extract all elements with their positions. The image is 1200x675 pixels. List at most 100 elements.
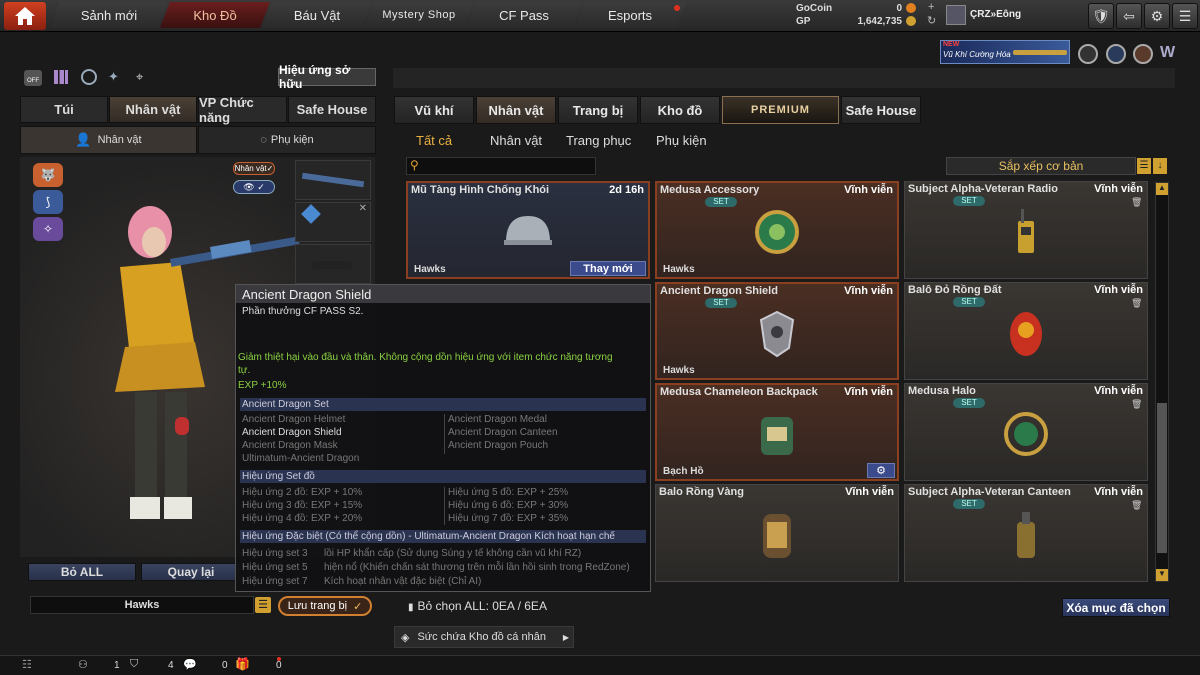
deselect-all[interactable]: ▮ Bỏ chọn ALL: 0EA / 6EA	[408, 599, 547, 613]
category-wing-icon[interactable]: ⟆	[33, 190, 63, 214]
back-button[interactable]: Quay lại	[141, 563, 241, 581]
wolf-icon[interactable]: W	[1160, 44, 1180, 64]
storage-capacity-button[interactable]: ◈ Sức chứa Kho đồ cá nhân ▶	[394, 626, 574, 648]
menu-icon[interactable]: ☰	[1172, 3, 1198, 29]
tab-safe-house-right[interactable]: Safe House	[841, 96, 921, 124]
search-input[interactable]	[425, 159, 593, 173]
item-duration: Vĩnh viễn	[1094, 385, 1143, 397]
special-effect-key: Hiệu ứng set 7	[242, 576, 308, 587]
subtab-accessory[interactable]: ◌ Phụ kiện	[198, 126, 376, 154]
preset-name-field[interactable]: Hawks	[30, 596, 254, 614]
nav-tab-esports[interactable]: Esports	[574, 2, 686, 28]
gift-icon[interactable]: 🎁	[235, 657, 250, 671]
item-card[interactable]: Medusa Accessory Vĩnh viễn SET Hawks	[655, 181, 899, 279]
close-icon[interactable]: ✕	[359, 203, 367, 214]
nav-tab-cf-pass[interactable]: CF Pass	[466, 2, 582, 28]
item-duration: Vĩnh viễn	[1094, 183, 1143, 195]
exit-icon[interactable]: ⇦	[1116, 3, 1142, 29]
column-divider	[444, 414, 445, 454]
set-item: Ancient Dragon Helmet	[242, 414, 346, 425]
pose-icon[interactable]: ✦	[108, 69, 124, 85]
column-divider	[444, 487, 445, 525]
halo-icon	[1004, 411, 1048, 456]
category-wolf-icon[interactable]: 🐺	[33, 163, 63, 187]
event-icon[interactable]	[1133, 44, 1153, 64]
item-card[interactable]: Medusa Chameleon Backpack Vĩnh viễn Bạch…	[655, 383, 899, 481]
reset-all-button[interactable]: Bỏ ALL	[28, 563, 136, 581]
item-owner: Hawks	[414, 264, 446, 275]
rotate-icon[interactable]	[81, 69, 97, 85]
gp-label: GP	[796, 16, 811, 27]
item-card[interactable]: Balo Rồng Vàng Vĩnh viễn	[655, 484, 899, 582]
item-owner: Hawks	[663, 365, 695, 376]
home-button[interactable]	[4, 2, 46, 30]
item-card[interactable]: Subject Alpha-Veteran Canteen Vĩnh viễn …	[904, 484, 1148, 582]
sort-direction-icon[interactable]: ↓	[1153, 158, 1167, 174]
tab-characters[interactable]: Nhân vật	[476, 96, 556, 124]
item-card[interactable]: Ancient Dragon Shield Vĩnh viễn SET Hawk…	[655, 282, 899, 380]
save-equipment-button[interactable]: Lưu trang bị ✓	[278, 596, 372, 616]
add-coin-icon[interactable]: +	[928, 1, 934, 13]
filter-accessory[interactable]: Phụ kiện	[656, 131, 707, 149]
scrollbar-thumb[interactable]	[1157, 403, 1167, 553]
equip-slot-glasses[interactable]	[295, 244, 371, 284]
list-icon[interactable]: ☷	[22, 658, 32, 671]
trash-icon[interactable]: 🗑	[1131, 500, 1142, 510]
trash-icon[interactable]: 🗑	[1131, 399, 1142, 409]
item-card[interactable]: Mũ Tàng Hình Chống Khói 2d 16h Hawks Tha…	[406, 181, 650, 279]
filter-outfit[interactable]: Trang phục	[566, 131, 631, 149]
scroll-up-icon[interactable]: ▲	[1156, 183, 1168, 195]
search-icon: ⚲	[410, 158, 419, 172]
nav-tab-treasure[interactable]: Báu Vật	[262, 2, 372, 28]
trash-icon[interactable]: 🗑	[1131, 197, 1142, 207]
tab-storage[interactable]: Kho đồ	[640, 96, 720, 124]
gear-icon[interactable]: ⚙	[1144, 3, 1170, 29]
equip-slot-secondary[interactable]: ✕	[295, 202, 371, 242]
tab-function-items[interactable]: VP Chức năng	[198, 95, 287, 125]
nav-tab-mystery-shop[interactable]: Mystery Shop	[364, 2, 474, 28]
item-card[interactable]: Balô Đỏ Rồng Đất Vĩnh viễn SET 🗑	[904, 282, 1148, 380]
friends-icon[interactable]: ⚇	[78, 658, 88, 671]
nav-tab-inventory[interactable]: Kho Đồ	[160, 2, 270, 28]
scrollbar[interactable]: ▲ ▼	[1155, 182, 1169, 582]
shield-icon[interactable]: 🛡	[1088, 3, 1114, 29]
nav-tab-lobby[interactable]: Sảnh mới	[50, 2, 168, 28]
tab-equipment[interactable]: Trang bị	[558, 96, 638, 124]
refresh-icon[interactable]: ↻	[927, 14, 936, 27]
trash-icon[interactable]: 🗑	[1131, 298, 1142, 308]
category-bird-icon[interactable]: ✧	[33, 217, 63, 241]
chat-icon[interactable]: 💬	[183, 658, 197, 671]
list-view-icon[interactable]: ☰	[1137, 158, 1151, 174]
scroll-down-icon[interactable]: ▼	[1156, 569, 1168, 581]
tab-character[interactable]: Nhân vật	[109, 96, 197, 123]
item-duration: Vĩnh viễn	[1094, 284, 1143, 296]
equip-slot-weapon[interactable]	[295, 160, 371, 200]
tab-bag[interactable]: Túi	[20, 96, 108, 123]
item-card[interactable]: Medusa Halo Vĩnh viễn SET 🗑	[904, 383, 1148, 481]
promo-banner[interactable]: NEW Vũ Khí Cường Hóa	[940, 40, 1070, 64]
sort-dropdown[interactable]: Sắp xếp cơ bản	[946, 157, 1136, 175]
deselect-all-label: Bỏ chọn ALL: 0EA / 6EA	[417, 599, 547, 613]
item-card[interactable]: Subject Alpha-Veteran Radio Vĩnh viễn SE…	[904, 181, 1148, 279]
clear-selected-button[interactable]: Xóa mục đã chọn	[1062, 598, 1170, 617]
visibility-toggle[interactable]: 👁 ✓	[233, 180, 275, 194]
tab-weapons[interactable]: Vũ khí	[394, 96, 474, 124]
globe-icon[interactable]	[1106, 44, 1126, 64]
subtab-character[interactable]: 👤 Nhân vật	[20, 126, 197, 154]
gear-icon[interactable]: ⚙	[867, 463, 895, 478]
tab-premium[interactable]: PREMIUM	[722, 96, 839, 124]
list-icon[interactable]: ☰	[255, 597, 271, 613]
filter-all[interactable]: Tất cả	[416, 131, 452, 149]
search-box[interactable]: ⚲	[406, 157, 596, 175]
tab-safe-house[interactable]: Safe House	[288, 96, 376, 123]
clan-icon[interactable]: ⛉	[130, 658, 138, 671]
home-icon	[15, 7, 35, 25]
filter-character[interactable]: Nhân vật	[490, 131, 542, 149]
item-owner: Bạch Hồ	[663, 466, 704, 477]
mouse-icon[interactable]: ⌖	[136, 69, 152, 85]
off-toggle-icon[interactable]: OFF	[24, 70, 42, 86]
renew-button[interactable]: Thay mới	[570, 261, 646, 276]
owned-effects-button[interactable]: Hiệu ứng sở hữu	[278, 63, 376, 91]
badge-icon[interactable]	[1078, 44, 1098, 64]
stats-icon[interactable]	[54, 70, 68, 84]
